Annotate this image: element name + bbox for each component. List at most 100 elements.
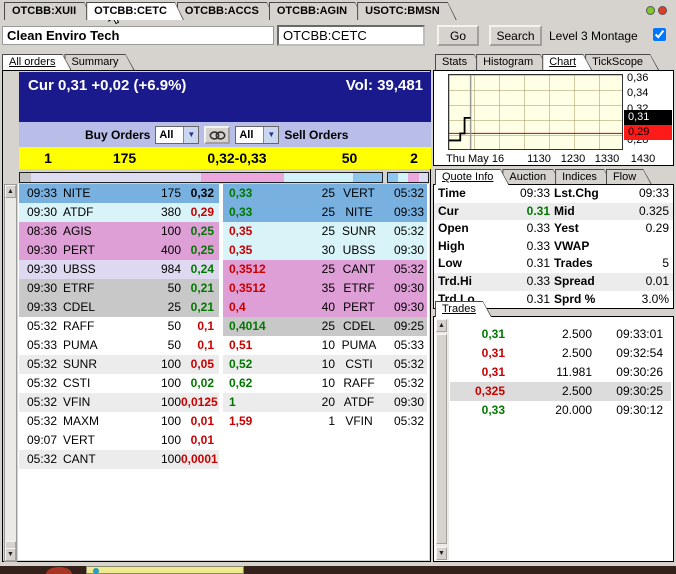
order-row[interactable]: 0,3512 25 CANT 05:32 (223, 260, 427, 279)
tab-histogram[interactable]: Histogram (476, 54, 549, 70)
order-row[interactable]: 05:32 RAFF 50 0,1 (19, 317, 219, 336)
tab-quote-info[interactable]: Quote Info (435, 169, 509, 185)
scroll-up-icon[interactable]: ▲ (436, 319, 447, 332)
sell-filter-select[interactable]: All ▼ (235, 125, 280, 144)
order-book-scrollbar[interactable]: ▲ ▼ (4, 184, 17, 562)
order-row[interactable]: 09:33 NITE 175 0,32 (19, 184, 219, 203)
tab-label: All orders (3, 55, 70, 70)
order-row[interactable]: 0,51 10 PUMA 05:33 (223, 336, 427, 355)
price-banner: Cur 0,31 +0,02 (+6.9%) Vol: 39,481 (19, 72, 431, 122)
tab-summary[interactable]: Summary (64, 54, 134, 70)
tab-otcbb-cetc[interactable]: OTCBB:CETC (86, 2, 184, 20)
go-button[interactable]: Go (437, 25, 479, 46)
buy-filter-select[interactable]: All ▼ (155, 125, 200, 144)
trade-row[interactable]: 0,31 2.500 09:32:54 (450, 344, 671, 363)
quote-label: Trades (554, 256, 593, 271)
order-size-cell: 1 (328, 414, 335, 428)
order-row[interactable]: 05:32 CSTI 100 0,02 (19, 374, 219, 393)
order-row[interactable]: 09:30 PERT 400 0,25 (19, 241, 219, 260)
order-row[interactable]: 0,3512 35 ETRF 09:30 (223, 279, 427, 298)
order-row[interactable]: 05:32 VFIN 100 0,0125 (19, 393, 219, 412)
symbol-tab-bar: OTCBB:XUII OTCBB:CETC OTCBB:ACCS OTCBB:AGIN… (4, 2, 450, 20)
window-control-green[interactable] (646, 6, 655, 15)
tab-label: Indices (556, 170, 612, 185)
search-button[interactable]: Search (489, 25, 542, 46)
trade-time-cell: 09:32:54 (616, 346, 663, 360)
order-row[interactable]: 0,33 25 NITE 09:33 (223, 203, 427, 222)
order-row[interactable]: 05:33 PUMA 50 0,1 (19, 336, 219, 355)
order-row[interactable]: 09:30 UBSS 984 0,24 (19, 260, 219, 279)
scroll-down-icon[interactable]: ▼ (5, 548, 16, 561)
quote-value: 0.31 (526, 203, 550, 218)
tab-chart[interactable]: Chart (542, 54, 592, 70)
order-mmid-cell: CDEL (63, 300, 96, 314)
tab-auction[interactable]: Auction (502, 169, 562, 185)
sell-depth-bar (387, 172, 429, 183)
order-time-cell: 05:32 (393, 186, 424, 200)
reference-price-box: 0,29 (624, 125, 672, 141)
depth-segment (20, 173, 31, 182)
order-price-cell: 0,01 (190, 414, 214, 428)
order-mmid-cell: CANT (63, 452, 96, 466)
quote-value: 09:33 (519, 186, 550, 200)
chevron-down-icon[interactable]: ▼ (263, 126, 279, 143)
order-row[interactable]: 0,52 10 CSTI 05:32 (223, 355, 427, 374)
quote-label: Time (438, 186, 466, 200)
order-row[interactable]: 1 20 ATDF 09:30 (223, 393, 427, 412)
order-row[interactable]: 0,4014 25 CDEL 09:25 (223, 317, 427, 336)
order-mmid-cell: RAFF (343, 376, 375, 390)
tab-usotc-bmsn[interactable]: USOTC:BMSN (357, 2, 457, 20)
order-row[interactable]: 0,4 40 PERT 09:30 (223, 298, 427, 317)
order-row[interactable]: 08:36 AGIS 100 0,25 (19, 222, 219, 241)
order-time-cell: 09:30 (27, 243, 58, 257)
tab-tickscope[interactable]: TickScope (585, 54, 659, 70)
tab-otcbb-agin[interactable]: OTCBB:AGIN (269, 2, 364, 20)
order-row[interactable]: 05:32 SUNR 100 0,05 (19, 355, 219, 374)
level3-montage-checkbox[interactable] (653, 28, 666, 41)
order-row[interactable]: 05:32 MAXM 100 0,01 (19, 412, 219, 431)
x-axis-tick: 1230 (560, 153, 586, 165)
link-filters-button[interactable] (204, 125, 231, 144)
trade-row[interactable]: 0,33 20.000 09:30:12 (450, 401, 671, 420)
buy-size-value: 175 (112, 150, 137, 166)
order-row[interactable]: 0,35 25 SUNR 05:32 (223, 222, 427, 241)
order-row[interactable]: 05:32 CANT 100 0,0001 (19, 450, 219, 469)
quote-row: High 0.33 VWAP (434, 237, 673, 256)
tab-trades[interactable]: Trades (435, 301, 492, 317)
window-control-red[interactable] (658, 6, 667, 15)
symbol-input[interactable] (277, 25, 425, 46)
order-row[interactable]: 09:30 ETRF 50 0,21 (19, 279, 219, 298)
scrollbar-thumb[interactable] (436, 334, 447, 544)
scroll-up-icon[interactable]: ▲ (5, 185, 16, 198)
tab-indices[interactable]: Indices (555, 169, 613, 185)
tab-label: OTCBB:XUII (5, 3, 92, 20)
order-price-cell: 0,24 (190, 262, 214, 276)
depth-segment (353, 173, 382, 182)
order-mmid-cell: ETRF (343, 281, 375, 295)
chevron-down-icon[interactable]: ▼ (183, 126, 199, 143)
trade-row[interactable]: 0,31 2.500 09:33:01 (450, 325, 671, 344)
trade-row[interactable]: 0,31 11.981 09:30:26 (450, 363, 671, 382)
scroll-down-icon[interactable]: ▼ (436, 547, 447, 560)
order-mmid-cell: VERT (343, 186, 375, 200)
spread-value: 0,32-0,33 (207, 150, 267, 166)
order-row[interactable]: 09:07 VERT 100 0,01 (19, 431, 219, 450)
order-time-cell: 09:33 (393, 205, 424, 219)
order-row[interactable]: 0,33 25 VERT 05:32 (223, 184, 427, 203)
tab-otcbb-accs[interactable]: OTCBB:ACCS (177, 2, 276, 20)
order-row[interactable]: 1,59 1 VFIN 05:32 (223, 412, 427, 431)
order-row[interactable]: 09:33 CDEL 25 0,21 (19, 298, 219, 317)
order-row[interactable]: 0,35 30 UBSS 09:30 (223, 241, 427, 260)
trade-row[interactable]: 0,325 2.500 09:30:25 (450, 382, 671, 401)
tab-otcbb-xuii[interactable]: OTCBB:XUII (4, 2, 93, 20)
order-row[interactable]: 09:30 ATDF 380 0,29 (19, 203, 219, 222)
order-row[interactable]: 0,62 10 RAFF 05:32 (223, 374, 427, 393)
tab-flow[interactable]: Flow (606, 169, 652, 185)
trades-scrollbar[interactable]: ▲ ▼ (436, 319, 449, 560)
tab-all-orders[interactable]: All orders (2, 54, 71, 70)
tab-stats[interactable]: Stats (435, 54, 483, 70)
order-time-cell: 09:30 (393, 300, 424, 314)
order-mmid-cell: ATDF (343, 395, 375, 409)
trade-time-cell: 09:30:26 (616, 365, 663, 379)
quote-value: 0.33 (526, 238, 550, 253)
